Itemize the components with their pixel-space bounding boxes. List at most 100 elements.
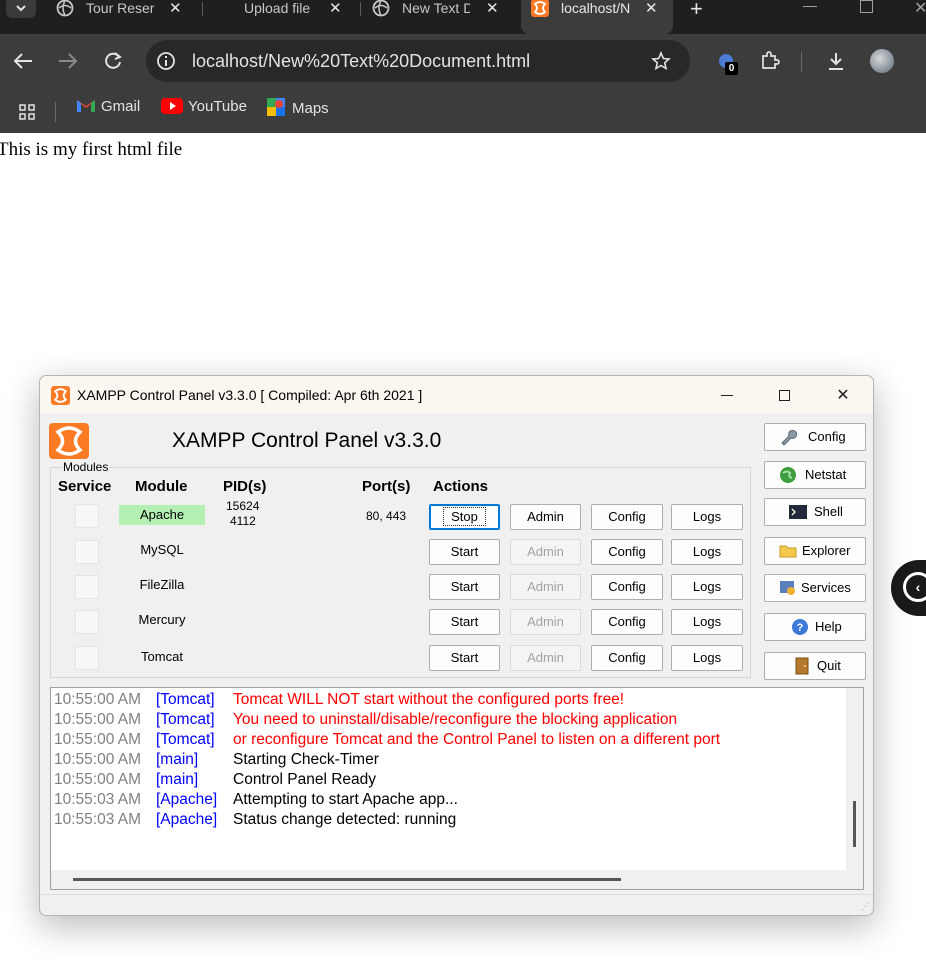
xampp-maximize-button[interactable]: [761, 382, 807, 410]
site-info-icon[interactable]: [156, 51, 176, 71]
bookmark-label: Maps: [292, 100, 329, 117]
start-button-mysql[interactable]: Start: [429, 539, 500, 565]
bookmark-label: YouTube: [188, 98, 247, 115]
tab-new-text-document[interactable]: New Text D ✕: [372, 0, 512, 34]
extensions-puzzle-icon[interactable]: [760, 50, 780, 70]
tab-upload-file[interactable]: Upload file ✕: [214, 0, 354, 34]
service-checkbox-apache[interactable]: [75, 504, 99, 528]
maximize-icon[interactable]: [860, 0, 873, 13]
chevron-left-icon: ‹: [903, 572, 926, 602]
config-button-apache[interactable]: Config: [591, 504, 663, 530]
shell-side-button[interactable]: Shell: [764, 498, 866, 526]
profile-avatar[interactable]: [870, 49, 894, 73]
xampp-status-bar: ⋰: [40, 894, 873, 915]
config-button-mysql[interactable]: Config: [591, 539, 663, 565]
xampp-window-title: XAMPP Control Panel v3.3.0 [ Compiled: A…: [77, 387, 423, 403]
wrench-icon: [781, 429, 797, 446]
close-window-icon[interactable]: ✕: [914, 0, 926, 18]
tab-tour-reservation[interactable]: Tour Reser ✕: [56, 0, 196, 34]
back-arrow-icon[interactable]: [12, 51, 34, 71]
address-bar[interactable]: localhost/New%20Text%20Document.html: [146, 40, 690, 82]
start-button-mercury[interactable]: Start: [429, 609, 500, 635]
explorer-side-button[interactable]: Explorer: [764, 537, 866, 565]
bookmark-youtube[interactable]: YouTube: [161, 98, 247, 115]
floating-side-button[interactable]: ‹: [891, 560, 926, 616]
log-panel[interactable]: 10:55:00 AM [Tomcat] Tomcat WILL NOT start…: [50, 687, 864, 890]
globe-icon: [780, 467, 796, 483]
start-button-tomcat[interactable]: Start: [429, 645, 500, 671]
xampp-close-button[interactable]: ✕: [820, 382, 866, 410]
log-source: [Apache]: [156, 811, 218, 828]
service-checkbox-tomcat[interactable]: [75, 646, 99, 670]
side-button-label: Quit: [817, 658, 841, 673]
log-source: [main]: [156, 771, 199, 788]
services-side-button[interactable]: Services: [764, 574, 866, 602]
logs-button-tomcat[interactable]: Logs: [671, 645, 743, 671]
side-button-label: Config: [808, 429, 846, 444]
close-icon[interactable]: ✕: [645, 0, 658, 17]
logs-button-filezilla[interactable]: Logs: [671, 574, 743, 600]
quit-side-button[interactable]: Quit: [764, 652, 866, 680]
url-text[interactable]: localhost/New%20Text%20Document.html: [192, 51, 530, 72]
log-horizontal-scrollbar[interactable]: [51, 870, 863, 889]
admin-button-apache[interactable]: Admin: [510, 504, 581, 530]
star-icon[interactable]: [651, 51, 671, 71]
forward-arrow-icon[interactable]: [57, 51, 79, 71]
close-icon[interactable]: ✕: [169, 0, 182, 17]
close-icon[interactable]: ✕: [486, 0, 499, 17]
scrollbar-thumb[interactable]: [73, 878, 621, 881]
menu-kebab-icon[interactable]: ⋮: [921, 44, 926, 62]
xampp-minimize-button[interactable]: [704, 382, 750, 410]
new-tab-button[interactable]: +: [690, 0, 703, 22]
bookmark-maps[interactable]: Maps: [267, 98, 329, 117]
log-message: Starting Check-Timer: [233, 751, 379, 768]
extension-badge: 0: [725, 62, 738, 75]
tab-title: localhost/N: [561, 0, 631, 16]
config-side-button[interactable]: Config: [764, 423, 866, 451]
download-icon[interactable]: [826, 51, 846, 71]
help-side-button[interactable]: ? Help: [764, 613, 866, 641]
side-button-label: Services: [801, 580, 851, 595]
minimize-icon[interactable]: [803, 6, 817, 7]
close-icon[interactable]: ✕: [329, 0, 342, 17]
log-time: 10:55:03 AM: [54, 791, 142, 808]
tab-title: Upload file: [244, 0, 311, 16]
tab-search-button[interactable]: [6, 0, 36, 18]
tab-localhost-active[interactable]: localhost/N ✕: [521, 0, 673, 34]
logs-button-mysql[interactable]: Logs: [671, 539, 743, 565]
service-checkbox-filezilla[interactable]: [75, 575, 99, 599]
admin-button-mercury: Admin: [510, 609, 581, 635]
module-name-apache: Apache: [119, 505, 205, 525]
logs-button-mercury[interactable]: Logs: [671, 609, 743, 635]
admin-button-filezilla: Admin: [510, 574, 581, 600]
reload-icon[interactable]: [103, 51, 123, 71]
tab-title: Tour Reser: [86, 0, 155, 16]
side-button-label: Shell: [814, 504, 843, 519]
extension-icon[interactable]: 0: [716, 52, 738, 75]
toolbar-divider: [801, 52, 802, 72]
netstat-side-button[interactable]: Netstat: [764, 461, 866, 489]
xampp-title-bar[interactable]: XAMPP Control Panel v3.3.0 [ Compiled: A…: [40, 376, 873, 414]
config-button-mercury[interactable]: Config: [591, 609, 663, 635]
stop-button-apache[interactable]: Stop: [429, 504, 500, 530]
start-button-filezilla[interactable]: Start: [429, 574, 500, 600]
log-vertical-scrollbar[interactable]: [846, 688, 863, 872]
log-source: [Tomcat]: [156, 731, 215, 748]
bookmark-gmail[interactable]: Gmail: [76, 98, 140, 115]
column-actions: Actions: [433, 478, 489, 495]
resize-grip-icon[interactable]: ⋰: [861, 901, 870, 912]
scrollbar-thumb[interactable]: [853, 801, 856, 847]
service-checkbox-mercury[interactable]: [75, 610, 99, 634]
log-message: or reconfigure Tomcat and the Control Pa…: [233, 731, 721, 748]
log-message: Status change detected: running: [233, 811, 457, 828]
terminal-icon: [789, 505, 807, 519]
pid-apache-2: 4112: [230, 514, 256, 528]
button-label: Stop: [443, 507, 486, 526]
xampp-logo-icon: [531, 0, 549, 17]
config-button-tomcat[interactable]: Config: [591, 645, 663, 671]
log-source: [main]: [156, 751, 199, 768]
config-button-filezilla[interactable]: Config: [591, 574, 663, 600]
service-checkbox-mysql[interactable]: [75, 540, 99, 564]
logs-button-apache[interactable]: Logs: [671, 504, 743, 530]
apps-grid-icon[interactable]: [19, 104, 35, 120]
